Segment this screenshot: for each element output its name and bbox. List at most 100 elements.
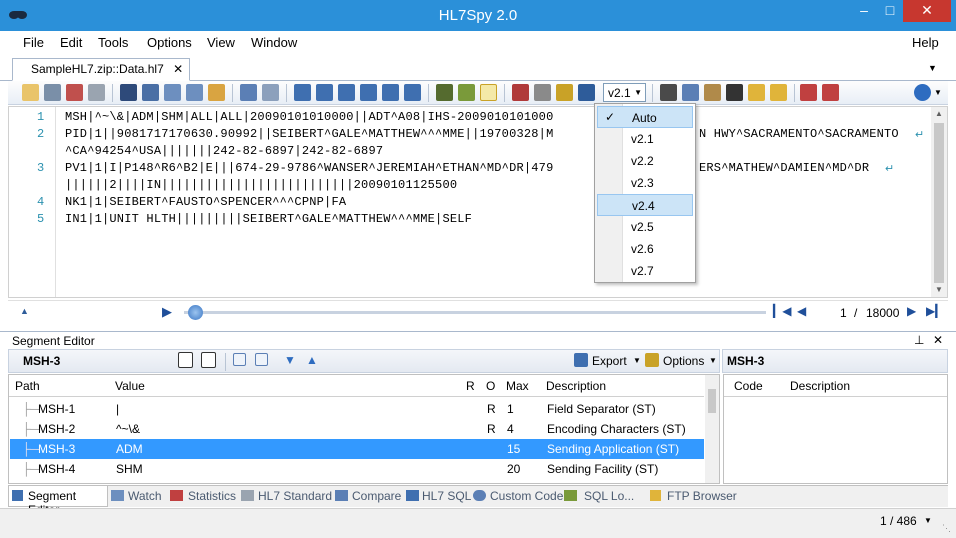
document-tab[interactable]: SampleHL7.zip::Data.hl7 ✕ (12, 58, 191, 81)
last-record-icon[interactable]: ▶▎ (926, 304, 944, 318)
tab-compare[interactable]: Compare (352, 489, 401, 503)
tab-hl7-standard[interactable]: HL7 Standard (258, 489, 332, 503)
grid-view-6-icon[interactable] (404, 84, 421, 101)
export-icon[interactable] (262, 84, 279, 101)
cut-icon[interactable] (660, 84, 677, 101)
export-chevron-icon[interactable]: ▼ (633, 356, 641, 365)
field-view-icon[interactable] (178, 352, 193, 368)
export-button[interactable]: Export (592, 354, 627, 368)
record-position[interactable]: 1 (840, 306, 847, 320)
tab-custom-code[interactable]: Custom Code (490, 489, 563, 503)
message-slider[interactable] (184, 311, 766, 314)
spell-check-icon[interactable] (458, 84, 475, 101)
font-color-icon[interactable] (512, 84, 529, 101)
tab-list-chevron-icon[interactable]: ▼ (928, 63, 937, 73)
previous-record-icon[interactable]: ◀ (797, 304, 806, 318)
close-button[interactable]: ✕ (903, 0, 951, 22)
next-record-icon[interactable]: ▶ (907, 304, 916, 318)
menu-help[interactable]: Help (912, 35, 939, 50)
menu-edit[interactable]: Edit (60, 35, 82, 50)
play-icon[interactable]: ▶ (162, 304, 172, 320)
dropdown-item-v21[interactable]: v2.1 (597, 128, 693, 150)
scroll-down-icon[interactable]: ▼ (935, 285, 943, 294)
grid-scroll-thumb[interactable] (708, 389, 716, 413)
tab-statistics[interactable]: Statistics (188, 489, 236, 503)
scroll-up-icon[interactable]: ▲ (935, 109, 943, 118)
toolbar-overflow-chevron-icon[interactable]: ▼ (934, 88, 942, 97)
maximize-button[interactable]: □ (877, 0, 903, 22)
tab-sql-log[interactable]: SQL Lo... (584, 489, 634, 503)
hl7-text-editor[interactable]: 1 2 3 4 5 MSH|^~\&|ADM|SHM|ALL|ALL|20090… (8, 106, 948, 298)
tab-segment-editor[interactable]: Segment Editor (8, 486, 108, 517)
column-header-value[interactable]: Value (115, 379, 145, 393)
tab-ftp-browser[interactable]: FTP Browser (667, 489, 737, 503)
tree-expand-icon[interactable] (186, 84, 203, 101)
version-select[interactable]: v2.1 ▼ (603, 83, 646, 102)
tree-icon[interactable] (164, 84, 181, 101)
cursor-select-icon[interactable] (480, 84, 497, 101)
find-icon[interactable] (120, 84, 137, 101)
collapse-icon[interactable] (233, 353, 246, 366)
dropdown-item-v22[interactable]: v2.2 (597, 150, 693, 172)
grid-vertical-scrollbar[interactable] (705, 375, 719, 483)
scroll-thumb[interactable] (934, 123, 944, 283)
menu-view[interactable]: View (207, 35, 235, 50)
column-header-description[interactable]: Description (790, 379, 850, 393)
menu-options[interactable]: Options (147, 35, 192, 50)
table-row[interactable]: ├─ MSH-1 | R 1 Field Separator (ST) (10, 399, 704, 419)
refresh-icon[interactable] (914, 84, 931, 101)
bookmark-icon[interactable] (556, 84, 573, 101)
segment-view-icon[interactable] (201, 352, 216, 368)
save-icon[interactable] (44, 84, 61, 101)
editor-vertical-scrollbar[interactable]: ▲ ▼ (931, 107, 947, 297)
delete-icon[interactable] (726, 84, 743, 101)
minimize-button[interactable]: – (851, 0, 877, 22)
dropdown-item-v23[interactable]: v2.3 (597, 172, 693, 194)
tab-watch[interactable]: Watch (128, 489, 162, 503)
menu-window[interactable]: Window (251, 35, 297, 50)
column-header-max[interactable]: Max (506, 379, 529, 393)
panel-close-icon[interactable]: ✕ (933, 333, 943, 347)
add-segment-icon[interactable] (748, 84, 765, 101)
move-down-icon[interactable]: ▼ (284, 353, 296, 367)
status-chevron-icon[interactable]: ▼ (924, 516, 932, 525)
move-right-icon[interactable] (822, 84, 839, 101)
copy-icon[interactable] (682, 84, 699, 101)
sort-az-icon[interactable] (142, 84, 159, 101)
options-chevron-icon[interactable]: ▼ (709, 356, 717, 365)
column-header-o[interactable]: O (486, 379, 495, 393)
hl7-validate-icon[interactable] (578, 84, 595, 101)
move-left-icon[interactable] (800, 84, 817, 101)
clean-brush-icon[interactable] (208, 84, 225, 101)
options-button[interactable]: Options (663, 354, 704, 368)
braces-icon[interactable] (534, 84, 551, 101)
import-icon[interactable] (240, 84, 257, 101)
column-header-r[interactable]: R (466, 379, 475, 393)
tab-hl7-sql[interactable]: HL7 SQL (422, 489, 471, 503)
version-dropdown-arrow-icon[interactable]: ▼ (634, 88, 642, 97)
dropdown-item-auto[interactable]: ✓ Auto (597, 106, 693, 128)
column-header-path[interactable]: Path (15, 379, 40, 393)
slider-thumb[interactable] (188, 305, 203, 320)
open-folder-icon[interactable] (22, 84, 39, 101)
move-up-icon[interactable]: ▲ (306, 353, 318, 367)
dropdown-item-v25[interactable]: v2.5 (597, 216, 693, 238)
insert-segment-icon[interactable] (770, 84, 787, 101)
table-row[interactable]: ├─ MSH-2 ^~\& R 4 Encoding Characters (S… (10, 419, 704, 439)
pin-up-icon[interactable]: ▲ (20, 306, 29, 316)
dropdown-item-v24[interactable]: v2.4 (597, 194, 693, 216)
table-row-selected[interactable]: ├─ MSH-3 ADM 15 Sending Application (ST) (10, 439, 704, 459)
grid-view-4-icon[interactable] (360, 84, 377, 101)
menu-file[interactable]: File (23, 35, 44, 50)
column-header-description[interactable]: Description (546, 379, 606, 393)
menu-tools[interactable]: Tools (98, 35, 128, 50)
paste-icon[interactable] (704, 84, 721, 101)
grid-view-1-icon[interactable] (294, 84, 311, 101)
table-row[interactable]: ├─ MSH-4 SHM 20 Sending Facility (ST) (10, 459, 704, 479)
expand-icon[interactable] (255, 353, 268, 366)
pin-icon[interactable]: ⊥ (914, 333, 924, 347)
resize-grip-icon[interactable]: ⋱ (942, 523, 951, 534)
grid-view-5-icon[interactable] (382, 84, 399, 101)
grid-view-2-icon[interactable] (316, 84, 333, 101)
dropdown-item-v26[interactable]: v2.6 (597, 238, 693, 260)
